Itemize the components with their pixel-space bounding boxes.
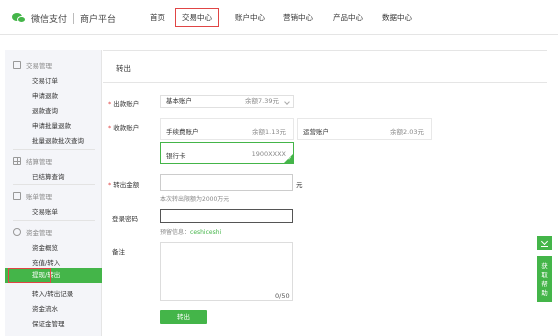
sidebar-item-refund-query[interactable]: 退款查询 [32,105,58,115]
topnav-account-center[interactable]: 账户中心 [235,12,265,23]
brand-product: 微信支付 [31,14,68,25]
amount-hint: 本次转出限额为2000万元 [160,196,230,203]
password-label: 登录密码 [112,215,138,223]
sidebar-item-recharge[interactable]: 充值/转入 [32,257,60,267]
receive-option-operation-account[interactable]: 运营账户 余额2.03元 [297,118,432,140]
topnav-data-center[interactable]: 数据中心 [382,12,412,23]
sidebar-item-transfer-records[interactable]: 转入/转出记录 [32,288,73,298]
bill-icon [13,192,21,200]
brand-platform: 商户平台 [80,14,117,25]
out-account-label: * 出款账户 [108,100,140,108]
topnav-home[interactable]: 首页 [150,12,165,23]
brand-logo[interactable]: 微信支付 商户平台 [12,10,116,26]
remark-label: 备注 [112,248,125,256]
sidebar-section-bills[interactable]: 账单管理 [13,191,52,201]
sidebar-item-batch-refund[interactable]: 申请批量退款 [32,120,71,130]
download-icon [540,237,549,246]
sidebar-section-funds[interactable]: 资金管理 [13,227,52,237]
sidebar-item-trade-bill[interactable]: 交易账单 [32,206,58,216]
sidebar-item-funds-overview[interactable]: 资金概览 [32,242,58,252]
sidebar-item-settled-query[interactable]: 已结算查询 [32,171,65,181]
topnav-marketing-center[interactable]: 营销中心 [283,12,313,23]
amount-input[interactable] [160,174,293,191]
sidebar-item-deposit[interactable]: 保证金管理 [32,318,65,328]
remark-counter: 0/50 [275,292,290,300]
grid-icon [13,157,21,165]
submit-transfer-button[interactable]: 转出 [160,310,207,324]
main-content: 转出 * 出款账户 基本账户 余额7.39元 * 收款账户 手续费账户 余额1.13… [103,50,547,336]
sidebar-item-withdraw[interactable]: 提现/转出 [5,268,102,283]
topnav-trade-center[interactable]: 交易中心 [175,8,219,27]
page-title: 转出 [116,64,131,73]
password-hint: 预留信息：ceshiceshi [160,229,222,236]
sidebar-section-trade[interactable]: 交易管理 [13,60,52,70]
sidebar-item-batch-refund-query[interactable]: 批量退款批次查询 [32,135,84,145]
remark-textarea[interactable] [160,242,293,301]
chevron-down-icon [284,99,290,105]
sidebar-item-trade-orders[interactable]: 交易订单 [32,75,58,85]
wechat-logo-icon [12,12,26,24]
download-button[interactable] [537,236,552,250]
funds-icon [13,228,21,236]
out-account-select[interactable]: 基本账户 余额7.39元 [160,95,294,108]
sidebar-section-settlement[interactable]: 结算管理 [13,156,52,166]
sidebar: 交易管理 交易订单 申请退款 退款查询 申请批量退款 批量退款批次查询 结算管理… [5,50,102,336]
sidebar-item-apply-refund[interactable]: 申请退款 [32,90,58,100]
top-header: 微信支付 商户平台 首页 交易中心 账户中心 营销中心 产品中心 数据中心 [0,0,558,35]
password-input[interactable] [160,209,293,223]
highlight-box [8,268,51,283]
receive-option-bank-card[interactable]: 银行卡 1900XXXX ✓ [160,142,294,164]
amount-unit: 元 [296,181,303,189]
topnav-product-center[interactable]: 产品中心 [333,12,363,23]
list-icon [13,61,21,69]
amount-label: * 转出金额 [108,181,140,189]
receive-account-label: * 收款账户 [108,124,140,132]
receive-option-fee-account[interactable]: 手续费账户 余额1.13元 [160,118,294,140]
help-button[interactable]: 获取帮助 [537,256,552,302]
sidebar-item-fund-flow[interactable]: 资金流水 [32,303,58,313]
